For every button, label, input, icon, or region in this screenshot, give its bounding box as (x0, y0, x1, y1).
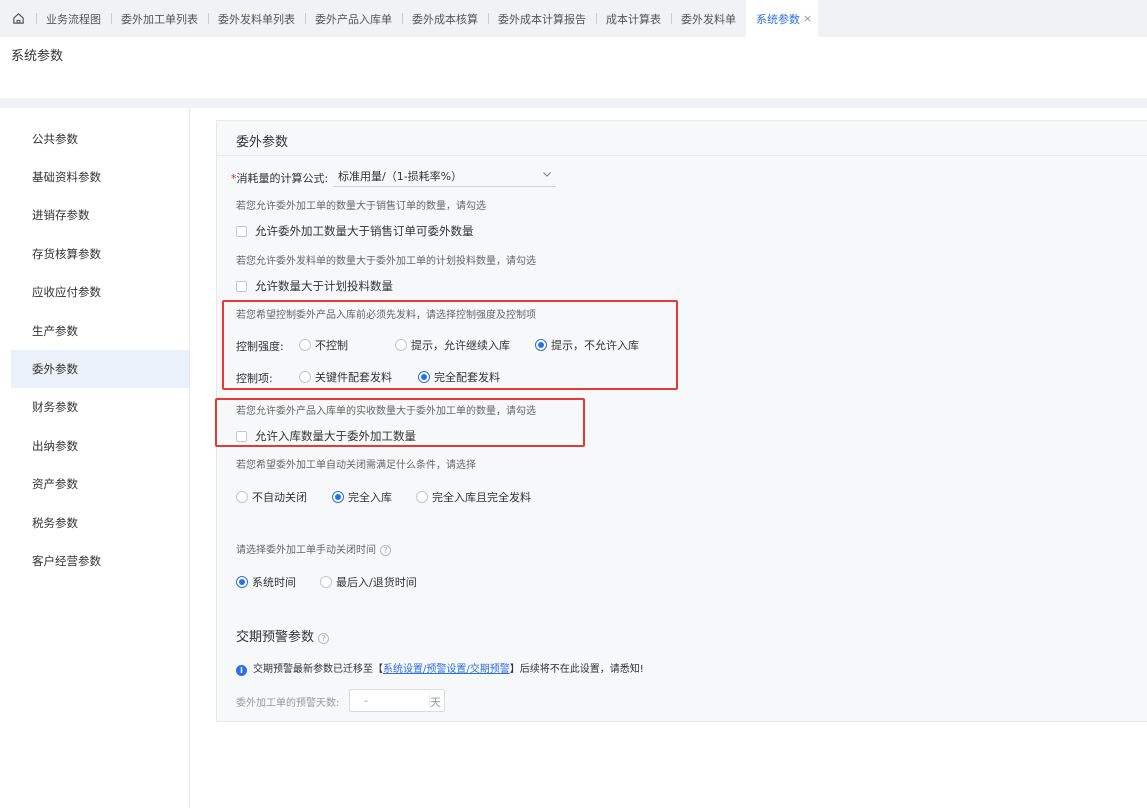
sidebar-item-production[interactable]: 生产参数 (11, 312, 189, 350)
tab-system-params[interactable]: 系统参数 × (746, 0, 819, 37)
hint-auto-close: 若您希望委外加工单自动关闭需满足什么条件，请选择 (236, 460, 476, 471)
hint-manual-close: 请选择委外加工单手动关闭时间? (236, 541, 391, 556)
radio-prompt-deny[interactable]: 提示，不允许入库 (535, 337, 639, 353)
sidebar-item-tax[interactable]: 税务参数 (11, 504, 189, 542)
tab-outsource-order-list[interactable]: 委外加工单列表 (111, 0, 208, 37)
formula-label: *消耗量的计算公式: (231, 172, 329, 185)
page-header: 系统参数 (0, 37, 1147, 98)
close-icon[interactable]: × (803, 12, 812, 25)
chevron-down-icon (543, 172, 551, 177)
hint-receipt-qty: 若您允许委外产品入库单的实收数量大于委外加工单的数量，请勾选 (236, 406, 536, 417)
checkbox-allow-receipt-exceed[interactable]: 允许入库数量大于委外加工数量 (236, 428, 416, 444)
panel-header-divider (216, 155, 1147, 156)
control-item-label: 控制项: (236, 372, 273, 385)
section-title: 委外参数 (236, 135, 289, 150)
sidebar-item-public[interactable]: 公共参数 (11, 120, 189, 158)
tab-outsource-product-receipt[interactable]: 委外产品入库单 (305, 0, 402, 37)
sidebar-item-basic-data[interactable]: 基础资料参数 (11, 158, 189, 196)
hint-planned-issue: 若您允许委外发料单的数量大于委外加工单的计划投料数量，请勾选 (236, 256, 536, 267)
radio-prompt-allow[interactable]: 提示，允许继续入库 (395, 337, 510, 353)
header-gap (0, 98, 1147, 108)
checkbox-box[interactable] (236, 280, 247, 292)
sidebar: 公共参数 基础资料参数 进销存参数 存货核算参数 应收应付参数 生产参数 委外参… (11, 108, 189, 808)
notice-link[interactable]: 系统设置/预警设置/交期预警 (383, 664, 510, 675)
radio-last-receipt-time[interactable]: 最后入/退货时间 (320, 574, 417, 590)
help-icon[interactable]: ? (318, 633, 330, 644)
radio-full-receipt-and-issue[interactable]: 完全入库且完全发料 (416, 489, 531, 505)
radio-key-parts[interactable]: 关键件配套发料 (299, 369, 392, 385)
page-title: 系统参数 (11, 49, 64, 64)
tab-outsource-cost-accounting[interactable]: 委外成本核算 (402, 0, 488, 37)
control-strength-label: 控制强度: (236, 340, 284, 353)
radio-system-time[interactable]: 系统时间 (236, 574, 296, 590)
hint-control-issue: 若您希望控制委外产品入库前必须先发料，请选择控制强度及控制项 (236, 310, 536, 321)
info-icon: i (236, 665, 247, 676)
sidebar-item-outsource[interactable]: 委外参数 (11, 350, 189, 388)
home-icon[interactable] (0, 0, 36, 37)
tab-outsource-cost-report[interactable]: 委外成本计算报告 (488, 0, 596, 37)
sidebar-item-cashier[interactable]: 出纳参数 (11, 427, 189, 465)
radio-no-control[interactable]: 不控制 (299, 337, 348, 353)
tab-outsource-issue[interactable]: 委外发料单 (671, 0, 746, 37)
migration-notice: i 交期预警最新参数已迁移至【系统设置/预警设置/交期预警】后续将不在此设置，请悉… (236, 660, 644, 676)
sidebar-item-assets[interactable]: 资产参数 (11, 465, 189, 503)
radio-full-kit[interactable]: 完全配套发料 (418, 369, 500, 385)
checkbox-allow-exceed-sales-order[interactable]: 允许委外加工数量大于销售订单可委外数量 (236, 223, 474, 239)
sidebar-item-stock-accounting[interactable]: 存货核算参数 (11, 235, 189, 273)
tab-cost-calc-table[interactable]: 成本计算表 (596, 0, 671, 37)
radio-full-receipt[interactable]: 完全入库 (332, 489, 392, 505)
tab-process-flow[interactable]: 业务流程图 (36, 0, 111, 37)
hint-sales-order: 若您允许委外加工单的数量大于销售订单的数量，请勾选 (236, 201, 486, 212)
tab-bar: 业务流程图 委外加工单列表 委外发料单列表 委外产品入库单 委外成本核算 委外成… (0, 0, 1147, 37)
warning-days-unit: 天 (430, 696, 441, 709)
help-icon[interactable]: ? (380, 545, 391, 556)
radio-no-auto-close[interactable]: 不自动关闭 (236, 489, 307, 505)
sidebar-item-finance[interactable]: 财务参数 (11, 388, 189, 426)
sidebar-item-customer[interactable]: 客户经营参数 (11, 542, 189, 580)
checkbox-box[interactable] (236, 225, 247, 237)
warning-section-title: 交期预警参数? (236, 626, 330, 645)
warning-days-value: - (364, 694, 368, 707)
checkbox-box[interactable] (236, 430, 247, 442)
sidebar-item-receivable-payable[interactable]: 应收应付参数 (11, 273, 189, 311)
formula-select-value: 标准用量/（1-损耗率%） (338, 170, 463, 183)
warning-days-input[interactable]: - 天 (349, 689, 445, 712)
tab-outsource-issue-list[interactable]: 委外发料单列表 (208, 0, 305, 37)
formula-select[interactable]: 标准用量/（1-损耗率%） (333, 166, 556, 187)
checkbox-allow-exceed-planned[interactable]: 允许数量大于计划投料数量 (236, 278, 393, 294)
sidebar-item-inventory[interactable]: 进销存参数 (11, 196, 189, 234)
warning-days-label: 委外加工单的预警天数: (236, 698, 340, 709)
